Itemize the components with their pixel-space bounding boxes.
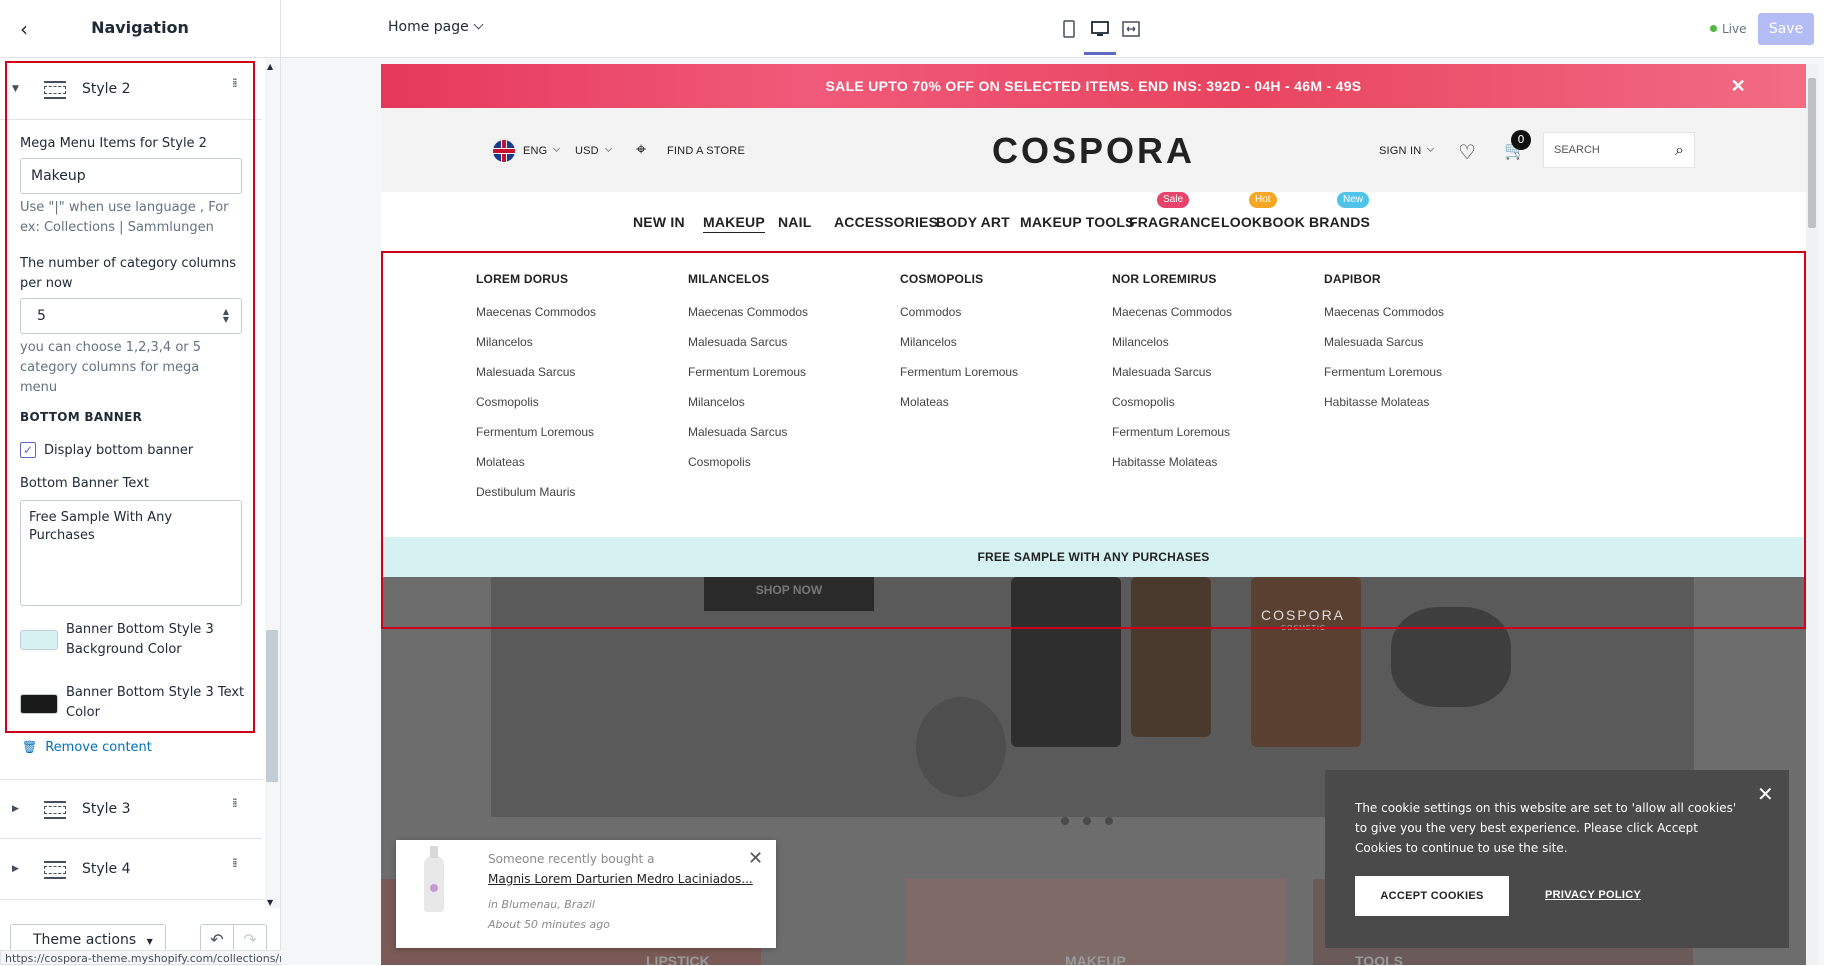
save-button[interactable]: Save	[1758, 13, 1814, 45]
toast-time: About 50 minutes ago	[488, 918, 610, 931]
chevron-down-icon	[473, 19, 484, 30]
device-active-indicator	[1084, 52, 1116, 55]
scroll-down-icon[interactable]: ▼	[267, 898, 273, 907]
close-icon[interactable]: ✕	[1757, 782, 1774, 806]
block-label: Style 4	[82, 861, 131, 877]
sidebar-title: Navigation	[91, 18, 189, 37]
search-input[interactable]: SEARCH ⌕	[1543, 132, 1695, 168]
highlight-frame-sidebar	[5, 61, 255, 733]
main-nav: NEW IN MAKEUP NAIL ACCESSORIES BODY ART MAKEU…	[381, 192, 1806, 252]
product-thumbnail[interactable]	[424, 846, 444, 912]
store-header: ENG USD ⌖ FIND A STORE COSPORA SIGN IN ♡…	[381, 108, 1806, 192]
toast-location: in Blumenau, Brazil	[488, 898, 595, 911]
nav-item[interactable]: ACCESSORIES	[834, 214, 938, 230]
trash-icon: 🗑	[22, 740, 38, 754]
tile-label: MAKEUP	[1065, 953, 1126, 965]
drag-handle-icon[interactable]: ⁞⁞	[232, 797, 240, 809]
toast-line: Someone recently bought a	[488, 852, 655, 866]
highlight-frame-preview	[381, 251, 1806, 629]
slider-dot[interactable]	[1061, 817, 1069, 825]
slider-dot[interactable]	[1105, 817, 1113, 825]
status-bar-url: https://cospora-theme.myshopify.com/coll…	[0, 950, 329, 965]
drag-handle-icon[interactable]: ⁞⁞	[232, 857, 240, 869]
preview-scroll-thumb[interactable]	[1808, 78, 1816, 228]
fullscreen-icon[interactable]	[1120, 18, 1142, 40]
accept-cookies-button[interactable]: ACCEPT COOKIES	[1355, 876, 1509, 916]
category-tile[interactable]: MAKEUP	[905, 879, 1285, 965]
nav-badge: Hot	[1249, 192, 1277, 208]
live-status: Live	[1710, 22, 1747, 36]
toast-product-link[interactable]: Magnis Lorem Darturien Medro Laciniados.…	[488, 872, 753, 886]
nav-badge: Sale	[1157, 192, 1190, 208]
page-selector-label: Home page	[388, 19, 469, 35]
sidebar-scroll-thumb[interactable]	[266, 630, 278, 782]
search-placeholder: SEARCH	[1554, 144, 1600, 156]
nav-item[interactable]: LOOKBOOK	[1221, 214, 1305, 230]
nav-badge: New	[1337, 192, 1370, 208]
tile-label: LIPSTICK	[646, 953, 710, 965]
privacy-policy-link[interactable]: PRIVACY POLICY	[1545, 889, 1641, 901]
promo-bar: SALE UPTO 70% OFF ON SELECTED ITEMS. END…	[381, 64, 1806, 108]
block-label: Style 3	[82, 801, 131, 817]
remove-content-link[interactable]: 🗑 Remove content	[22, 740, 152, 755]
theme-actions-label: Theme actions	[33, 932, 137, 948]
menu-block-icon	[44, 861, 66, 879]
slider-dot[interactable]	[1083, 817, 1091, 825]
nav-item[interactable]: MAKEUP TOOLS	[1020, 214, 1135, 230]
block-header-style-4[interactable]: ▶ Style 4 ⁞⁞	[0, 840, 262, 900]
sign-in-link[interactable]: SIGN IN	[1379, 144, 1435, 157]
scroll-up-icon[interactable]: ▲	[267, 62, 273, 71]
block-header-style-3[interactable]: ▶ Style 3 ⁞⁞	[0, 779, 262, 839]
nav-item[interactable]: FRAGRANCE	[1129, 214, 1220, 230]
remove-content-label: Remove content	[45, 740, 152, 755]
slider-dots	[1061, 814, 1127, 829]
close-icon[interactable]: ✕	[748, 848, 763, 869]
wishlist-heart-icon[interactable]: ♡	[1458, 140, 1476, 164]
nav-item[interactable]: BRANDS	[1309, 214, 1370, 230]
editor-top-bar: ‹ Navigation Home page Live Save	[0, 0, 1824, 58]
live-label: Live	[1722, 22, 1747, 36]
search-icon[interactable]: ⌕	[1675, 140, 1684, 160]
nav-item[interactable]: NAIL	[778, 214, 811, 230]
live-dot-icon	[1710, 25, 1717, 32]
desktop-icon[interactable]	[1089, 18, 1111, 40]
cookie-banner: The cookie settings on this website are …	[1325, 770, 1789, 948]
recent-purchase-toast: Someone recently bought a Magnis Lorem D…	[396, 840, 776, 948]
chevron-down-icon	[1427, 144, 1435, 153]
cookie-text: The cookie settings on this website are …	[1355, 801, 1737, 855]
pinecone-image	[916, 697, 1006, 797]
caret-right-icon[interactable]: ▶	[12, 804, 19, 814]
nav-item[interactable]: MAKEUP	[703, 214, 765, 233]
nav-item[interactable]: BODY ART	[936, 214, 1010, 230]
menu-block-icon	[44, 801, 66, 819]
caret-down-icon: ▼	[146, 937, 153, 946]
mobile-icon[interactable]	[1058, 18, 1080, 40]
caret-right-icon[interactable]: ▶	[12, 864, 19, 874]
cart-count-badge: 0	[1511, 130, 1531, 150]
sign-in-label: SIGN IN	[1379, 145, 1422, 157]
nav-item[interactable]: NEW IN	[633, 214, 685, 230]
close-icon[interactable]: ✕	[1731, 64, 1746, 108]
page-selector[interactable]: Home page	[388, 19, 484, 35]
promo-text: SALE UPTO 70% OFF ON SELECTED ITEMS. END…	[825, 78, 1362, 94]
tile-label: TOOLS	[1355, 953, 1403, 965]
